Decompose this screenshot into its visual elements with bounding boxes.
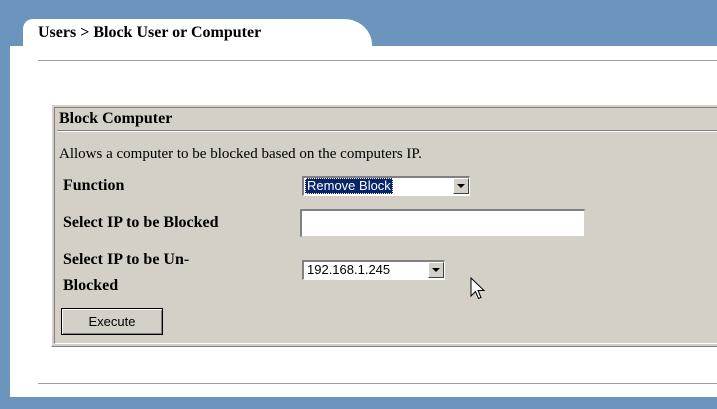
chevron-down-icon[interactable] [453,178,469,194]
panel-title: Block Computer [59,110,173,127]
execute-button[interactable]: Execute [61,308,163,335]
mouse-pointer-icon [470,277,486,300]
chevron-down-icon[interactable] [428,262,444,278]
function-label: Function [63,177,125,194]
unblock-ip-label-line1: Select IP to be Un- [63,251,190,268]
bottom-divider [38,383,717,385]
block-ip-label: Select IP to be Blocked [63,214,219,231]
block-ip-input[interactable] [300,209,585,237]
panel-header: Block Computer [57,109,717,132]
function-select[interactable]: Remove Block [302,176,470,196]
unblock-ip-select-value: 192.168.1.245 [307,262,391,277]
top-divider [38,60,717,62]
unblock-ip-label-line2: Blocked [63,277,119,294]
function-select-value: Remove Block [305,178,393,194]
panel-description: Allows a computer to be blocked based on… [59,146,422,162]
breadcrumb: Users > Block User or Computer [38,24,262,41]
unblock-ip-select[interactable]: 192.168.1.245 [302,260,445,280]
